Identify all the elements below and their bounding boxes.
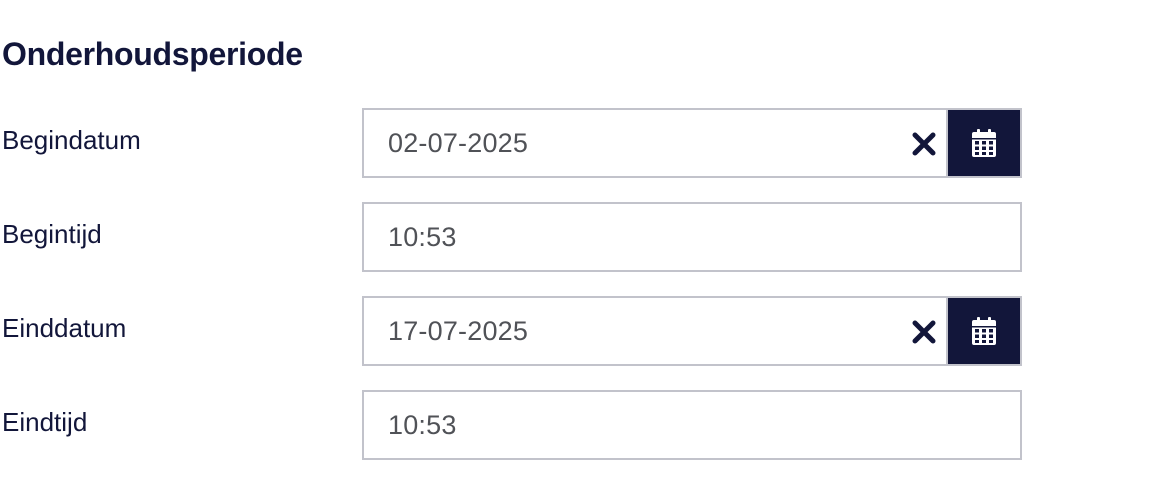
start-date-value: 02-07-2025 — [388, 128, 529, 158]
end-time-label: Eindtijd — [2, 407, 88, 437]
start-time-input[interactable]: 10:53 — [362, 202, 1022, 272]
end-date-value: 17-07-2025 — [388, 316, 529, 346]
calendar-icon — [971, 316, 997, 346]
start-time-value: 10:53 — [388, 222, 457, 252]
start-time-row: Begintijd 10:53 — [0, 202, 1165, 272]
end-date-label: Einddatum — [2, 313, 127, 343]
end-time-value: 10:53 — [388, 410, 457, 440]
close-icon[interactable] — [910, 130, 938, 158]
start-date-label: Begindatum — [2, 125, 141, 155]
close-icon[interactable] — [910, 318, 938, 346]
start-time-label: Begintijd — [2, 219, 102, 249]
start-date-row: Begindatum 02-07-2025 — [0, 108, 1165, 178]
calendar-icon — [971, 128, 997, 158]
end-date-row: Einddatum 17-07-2025 — [0, 296, 1165, 366]
end-date-input[interactable]: 17-07-2025 — [362, 296, 948, 366]
end-time-row: Eindtijd 10:53 — [0, 390, 1165, 460]
start-date-calendar-button[interactable] — [946, 108, 1022, 178]
start-date-input[interactable]: 02-07-2025 — [362, 108, 948, 178]
end-time-input[interactable]: 10:53 — [362, 390, 1022, 460]
section-title: Onderhoudsperiode — [2, 36, 303, 72]
end-date-calendar-button[interactable] — [946, 296, 1022, 366]
